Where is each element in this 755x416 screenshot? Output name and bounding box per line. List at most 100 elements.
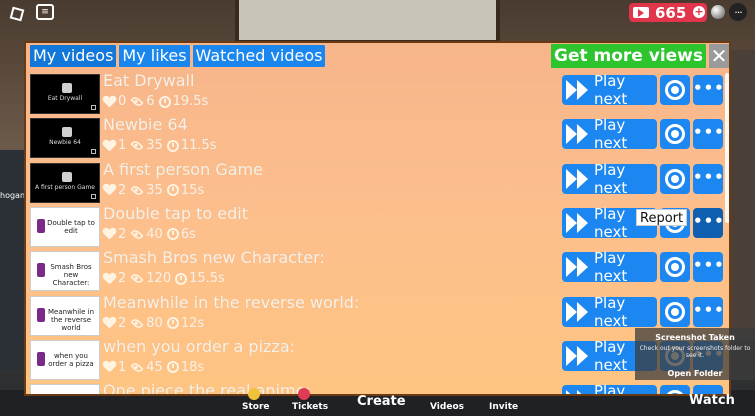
thumbnail-caption: A first person Game (35, 183, 95, 191)
currency-amount: 665 (655, 3, 687, 22)
more-options-button[interactable]: ••• (693, 163, 724, 194)
store-button[interactable]: Store (242, 402, 270, 412)
video-title: Newbie 64 (103, 115, 188, 135)
tab-my-videos[interactable]: My videos (30, 45, 117, 67)
video-title: when you order a pizza: (103, 336, 296, 356)
view-count: 80 (146, 315, 163, 331)
watch-preview-button[interactable] (660, 119, 690, 150)
heart-icon (103, 317, 116, 329)
background-wall-right (730, 50, 755, 340)
fast-forward-icon (566, 212, 588, 233)
more-options-button[interactable]: ••• (693, 252, 724, 283)
thumbnail-caption: Newbie 64 (49, 139, 81, 147)
open-folder-button[interactable]: Open Folder (635, 369, 755, 378)
video-title: Eat Drywall (103, 71, 195, 90)
like-count: 1 (118, 138, 127, 154)
video-thumbnail[interactable]: when you order a pizza (30, 339, 100, 380)
view-count: 35 (146, 182, 163, 198)
like-count: 1 (118, 359, 127, 375)
video-thumbnail[interactable]: Meanwhile in the reverse world (30, 295, 100, 336)
close-icon[interactable]: ✕ (709, 44, 729, 68)
thumbnail-figure (37, 351, 45, 366)
view-count: 6 (146, 94, 155, 109)
video-stats: 2 35 15s (103, 183, 208, 198)
video-title: Double tap to edit (103, 203, 248, 223)
video-row: when you order a pizza when you order a p… (26, 337, 729, 381)
play-next-label: Play next (594, 293, 628, 330)
clock-icon (158, 95, 171, 108)
video-camera-icon (633, 7, 649, 18)
videos-button[interactable]: Videos (430, 402, 464, 412)
video-thumbnail[interactable]: A first person Game (30, 162, 100, 203)
like-count: 2 (118, 315, 127, 331)
more-options-button[interactable]: ••• (693, 207, 724, 238)
play-next-button[interactable]: Play next (562, 116, 657, 152)
play-next-label: Play next (594, 249, 628, 286)
video-list[interactable]: Eat Drywall Eat Drywall 0 6 19.5s Play next ••… (26, 71, 729, 394)
currency-counter[interactable]: 665 + (629, 3, 707, 22)
ticket-icon[interactable] (298, 388, 310, 400)
duration: 15s (180, 182, 205, 198)
eye-icon (665, 301, 685, 322)
play-next-button[interactable]: Play next (562, 161, 657, 197)
sphere-icon[interactable] (711, 5, 725, 19)
eye-icon (130, 316, 144, 330)
video-thumbnail[interactable]: Newbie 64 (30, 118, 100, 159)
thumbnail-caption: Eat Drywall (47, 95, 83, 102)
eye-icon (130, 183, 144, 197)
watch-preview-button[interactable] (660, 163, 690, 194)
play-next-button[interactable]: Play next (562, 72, 657, 108)
thumbnail-figure (37, 263, 45, 278)
watch-preview-button[interactable] (660, 75, 690, 105)
chat-icon[interactable]: ≡ (36, 4, 54, 20)
screenshot-toast[interactable]: Screenshot Taken Check out your screensh… (635, 328, 755, 380)
watch-preview-button[interactable] (660, 296, 690, 327)
video-thumbnail[interactable]: Smash Bros new Character: (30, 251, 100, 292)
bottom-bar: Store Tickets Create Videos Invite Watch (0, 388, 755, 416)
clock-icon (166, 184, 179, 197)
clock-icon (166, 139, 179, 152)
watch-preview-button[interactable] (660, 252, 690, 283)
roblox-logo-icon (91, 105, 96, 110)
view-count: 40 (146, 226, 163, 242)
duration: 19.5s (172, 94, 209, 109)
heart-icon (103, 184, 116, 196)
plus-icon[interactable]: + (693, 6, 705, 18)
invite-button[interactable]: Invite (489, 402, 518, 412)
scrollbar[interactable] (725, 73, 729, 223)
clock-icon (166, 317, 179, 329)
video-thumbnail[interactable]: Double tap to edit (30, 206, 100, 247)
clock-icon (166, 228, 179, 241)
report-tooltip: Report (636, 209, 688, 226)
like-count: 2 (118, 182, 127, 198)
duration: 15.5s (189, 271, 225, 287)
tab-my-likes[interactable]: My likes (119, 45, 190, 67)
create-button[interactable]: Create (357, 394, 406, 409)
tickets-button[interactable]: Tickets (292, 402, 328, 412)
video-row: Smash Bros new Character: Smash Bros new … (26, 248, 729, 292)
heart-icon (103, 96, 116, 108)
store-icon[interactable] (248, 388, 260, 400)
duration: 11.5s (180, 138, 217, 154)
watch-button[interactable]: Watch (689, 393, 735, 408)
tab-watched-videos[interactable]: Watched videos (192, 45, 326, 67)
eye-icon (130, 94, 144, 109)
video-stats: 1 45 18s (103, 360, 208, 375)
video-thumbnail[interactable]: Eat Drywall (30, 74, 100, 114)
menu-icon[interactable]: ··· (729, 3, 747, 21)
more-options-button[interactable]: ••• (693, 296, 724, 327)
eye-icon (665, 80, 685, 100)
thumbnail-caption: Double tap to edit (47, 218, 95, 235)
view-count: 120 (146, 271, 172, 287)
get-more-views-button[interactable]: Get more views (551, 44, 706, 68)
roblox-logo-icon[interactable] (7, 4, 27, 24)
toast-subtext: Check out your screenshots folder to see… (639, 345, 751, 359)
play-next-button[interactable]: Play next (562, 293, 657, 330)
video-title: Smash Bros new Character: (103, 248, 325, 268)
more-options-button[interactable]: ••• (693, 119, 724, 150)
eye-icon (130, 227, 144, 241)
like-count: 0 (118, 94, 127, 109)
play-next-button[interactable]: Play next (562, 249, 657, 286)
more-options-button[interactable]: ••• (693, 75, 724, 105)
thumbnail-caption: Meanwhile in the reverse world (47, 307, 95, 332)
